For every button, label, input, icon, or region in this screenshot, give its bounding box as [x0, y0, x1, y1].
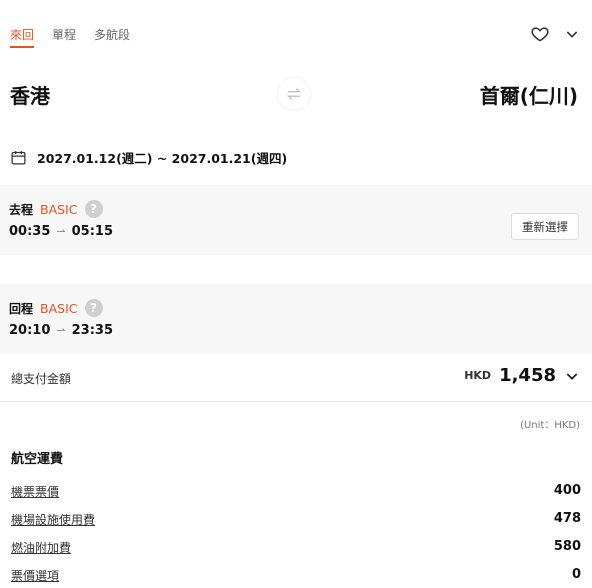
fee-section-title: 航空運費 — [11, 452, 64, 467]
outbound-leg: 去程 BASIC ? 00:35 ⇀ 05:15 重新選擇 — [0, 185, 592, 255]
fee-value: 478 — [553, 511, 581, 526]
destination-city[interactable]: 首爾(仁川) — [480, 80, 578, 109]
return-label: 回程 — [9, 301, 34, 316]
fee-row: 機票票價 400 — [11, 483, 581, 501]
fee-row: 燃油附加費 580 — [11, 539, 581, 557]
fee-name-link[interactable]: 票價選項 — [11, 567, 59, 584]
chevron-down-icon[interactable] — [564, 26, 580, 42]
total-amount: 1,458 — [499, 365, 556, 386]
top-actions — [530, 24, 580, 44]
swap-arrows-icon — [287, 88, 301, 100]
fare-help-icon[interactable]: ? — [84, 200, 103, 218]
fee-name-link[interactable]: 燃油附加費 — [11, 539, 71, 556]
return-depart-time: 20:10 — [9, 323, 51, 338]
tab-one-way[interactable]: 單程 — [52, 26, 76, 48]
chevron-down-icon — [566, 372, 578, 380]
route-row: 香港 首爾(仁川) — [0, 78, 592, 110]
origin-city[interactable]: 香港 — [10, 80, 50, 109]
heart-outline-icon[interactable] — [530, 24, 550, 44]
unit-note: (Unit：HKD) — [520, 420, 580, 431]
outbound-depart-time: 00:35 — [9, 224, 51, 239]
outbound-label: 去程 — [9, 202, 34, 217]
reselect-button[interactable]: 重新選擇 — [511, 213, 579, 240]
outbound-times: 00:35 ⇀ 05:15 — [9, 224, 113, 239]
total-toggle[interactable]: HKD 1,458 — [464, 365, 580, 386]
fare-help-icon[interactable]: ? — [84, 299, 103, 317]
total-payment-row: 總支付金額 HKD 1,458 — [0, 356, 592, 402]
tab-multi-city[interactable]: 多航段 — [94, 26, 130, 48]
swap-button[interactable] — [278, 78, 310, 110]
outbound-fare-class: BASIC — [40, 201, 78, 217]
arrow-right-icon: ⇀ — [56, 225, 66, 238]
fee-value: 580 — [553, 539, 581, 554]
return-fare-class: BASIC — [40, 300, 78, 316]
return-times: 20:10 ⇀ 23:35 — [9, 323, 113, 338]
fee-value: 0 — [571, 567, 581, 582]
fee-row: 票價選項 0 — [11, 567, 581, 585]
travel-dates[interactable]: 2027.01.12(週二) ~ 2027.01.21(週四) — [10, 148, 287, 167]
calendar-icon — [11, 151, 26, 165]
return-leg: 回程 BASIC ? 20:10 ⇀ 23:35 — [0, 284, 592, 354]
fee-row: 機場設施使用費 478 — [11, 511, 581, 529]
arrow-right-icon: ⇀ — [56, 324, 66, 337]
trip-type-tabs: 來回 單程 多航段 — [10, 26, 130, 48]
total-currency: HKD — [464, 369, 492, 382]
fee-name-link[interactable]: 機票票價 — [11, 483, 59, 500]
return-arrive-time: 23:35 — [71, 323, 113, 338]
tab-round-trip[interactable]: 來回 — [10, 26, 35, 48]
date-range-text: 2027.01.12(週二) ~ 2027.01.21(週四) — [37, 151, 288, 166]
total-label: 總支付金額 — [11, 372, 72, 386]
outbound-arrive-time: 05:15 — [71, 224, 113, 239]
fee-value: 400 — [553, 483, 581, 498]
fee-name-link[interactable]: 機場設施使用費 — [11, 511, 95, 528]
